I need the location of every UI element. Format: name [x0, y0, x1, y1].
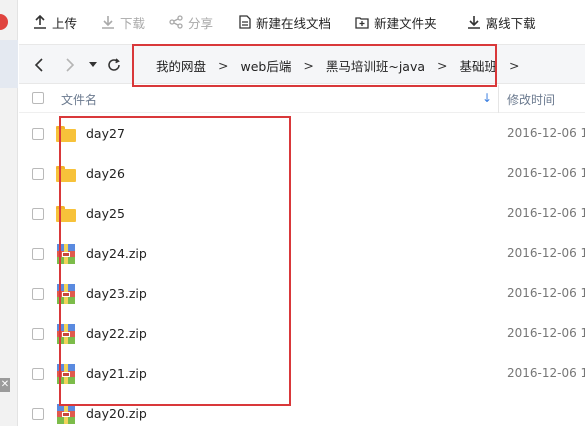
file-modified-time: 2016-12-06 1: [507, 326, 585, 340]
row-checkbox[interactable]: [32, 248, 44, 260]
upload-label: 上传: [52, 15, 78, 31]
row-checkbox[interactable]: [32, 208, 44, 220]
document-icon: [239, 15, 251, 29]
breadcrumb-separator[interactable]: >: [509, 58, 519, 73]
row-checkbox[interactable]: [32, 408, 44, 420]
breadcrumb-separator: >: [303, 57, 314, 73]
sidebar-selected-item[interactable]: [0, 40, 18, 88]
column-divider[interactable]: [498, 85, 499, 113]
back-button[interactable]: [31, 55, 47, 75]
file-name[interactable]: day26: [86, 166, 125, 181]
breadcrumb-separator: >: [218, 57, 229, 73]
zip-archive-icon: [56, 244, 76, 264]
zip-archive-icon: [56, 404, 76, 424]
folder-icon: [56, 164, 76, 184]
breadcrumb-item-web-backend[interactable]: web后端: [241, 56, 292, 75]
offline-download-icon: [467, 16, 480, 29]
file-row[interactable]: day24.zip 2016-12-06 1: [19, 234, 585, 274]
file-row[interactable]: day26 2016-12-06 1: [19, 154, 585, 194]
file-modified-time: 2016-12-06 1: [507, 126, 585, 140]
address-bar: 我的网盘 > web后端 > 黑马培训班~java > 基础班 >: [19, 44, 585, 84]
row-checkbox[interactable]: [32, 288, 44, 300]
file-name[interactable]: day27: [86, 126, 125, 141]
select-all-checkbox[interactable]: [32, 92, 44, 104]
row-checkbox[interactable]: [32, 328, 44, 340]
file-name[interactable]: day20.zip: [86, 406, 147, 421]
refresh-icon: [108, 58, 120, 71]
file-row[interactable]: day22.zip 2016-12-06 1: [19, 314, 585, 354]
file-row[interactable]: day23.zip 2016-12-06 1: [19, 274, 585, 314]
file-name[interactable]: day24.zip: [86, 246, 147, 261]
file-list: day27 2016-12-06 1 day26 2016-12-06 1 da…: [19, 114, 585, 426]
offline-download-label: 离线下载: [485, 15, 536, 31]
breadcrumb-separator: >: [437, 57, 448, 73]
refresh-button[interactable]: [106, 55, 122, 75]
breadcrumb-item-basic-class[interactable]: 基础班: [460, 56, 498, 75]
file-row[interactable]: day25 2016-12-06 1: [19, 194, 585, 234]
caret-down-icon: [89, 62, 97, 67]
folder-icon: [56, 204, 76, 224]
new-online-doc-button[interactable]: 新建在线文档: [239, 0, 331, 44]
zip-archive-icon: [56, 364, 76, 384]
forward-button[interactable]: [62, 55, 78, 75]
offline-download-button[interactable]: 离线下载: [467, 0, 536, 44]
breadcrumb-item-heima-java[interactable]: 黑马培训班~java: [326, 56, 425, 75]
file-name[interactable]: day23.zip: [86, 286, 147, 301]
close-icon[interactable]: ✕: [0, 378, 10, 392]
file-list-header: 文件名 ↓ 修改时间: [19, 85, 585, 113]
row-checkbox[interactable]: [32, 368, 44, 380]
left-gutter: ✕: [0, 0, 18, 426]
share-button[interactable]: 分享: [169, 0, 213, 44]
back-icon: [34, 58, 43, 72]
history-dropdown[interactable]: [88, 55, 98, 75]
row-checkbox[interactable]: [32, 168, 44, 180]
sort-arrow-icon[interactable]: ↓: [482, 91, 492, 105]
file-name[interactable]: day22.zip: [86, 326, 147, 341]
folder-icon: [56, 124, 76, 144]
download-icon: [102, 16, 115, 29]
file-name[interactable]: day25: [86, 206, 125, 221]
file-modified-time: 2016-12-06 1: [507, 366, 585, 380]
column-header-filename[interactable]: 文件名: [61, 91, 97, 108]
row-checkbox[interactable]: [32, 128, 44, 140]
file-row[interactable]: day21.zip 2016-12-06 1: [19, 354, 585, 394]
file-name[interactable]: day21.zip: [86, 366, 147, 381]
share-icon: [169, 15, 183, 29]
zip-archive-icon: [56, 324, 76, 344]
download-label: 下载: [120, 15, 146, 31]
breadcrumb-item-root[interactable]: 我的网盘: [156, 56, 206, 75]
new-folder-button[interactable]: 新建文件夹: [355, 0, 437, 44]
download-button[interactable]: 下载: [101, 0, 145, 44]
upload-icon: [34, 15, 46, 29]
file-modified-time: 2016-12-06 1: [507, 166, 585, 180]
breadcrumb: 我的网盘 > web后端 > 黑马培训班~java > 基础班 >: [156, 53, 532, 77]
upload-button[interactable]: 上传: [33, 0, 77, 44]
new-folder-icon: [355, 16, 369, 29]
file-modified-time: 2016-12-06 1: [507, 206, 585, 220]
forward-icon: [66, 58, 75, 72]
file-modified-time: 2016-12-06 1: [507, 286, 585, 300]
window-close-dot[interactable]: [0, 14, 8, 30]
share-label: 分享: [188, 15, 214, 31]
column-header-modified[interactable]: 修改时间: [507, 91, 555, 108]
file-row[interactable]: day27 2016-12-06 1: [19, 114, 585, 154]
file-row[interactable]: day20.zip: [19, 394, 585, 426]
new-online-doc-label: 新建在线文档: [256, 15, 332, 31]
file-modified-time: 2016-12-06 1: [507, 246, 585, 260]
toolbar: 上传 下载 分享 新建在线文档 新建文件夹 离线下载: [19, 0, 585, 44]
new-folder-label: 新建文件夹: [374, 15, 437, 31]
zip-archive-icon: [56, 284, 76, 304]
